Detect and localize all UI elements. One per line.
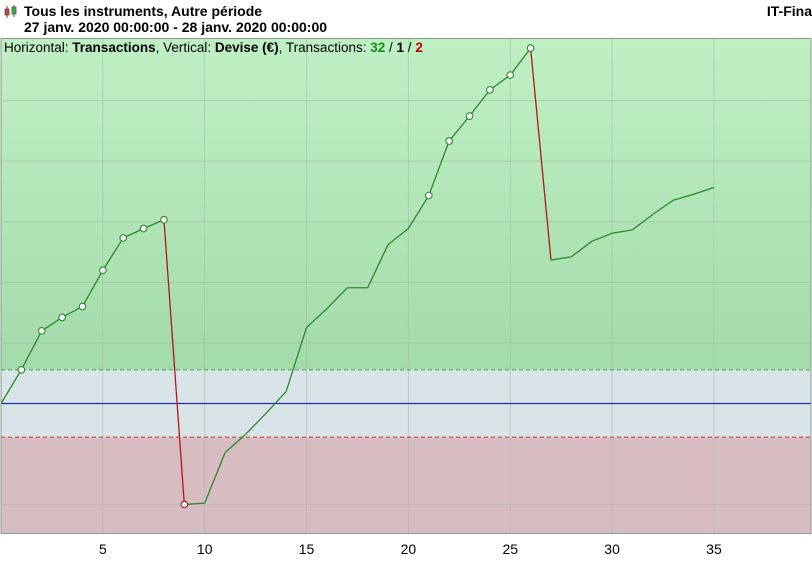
separator: / — [404, 40, 416, 55]
neutral-count: 1 — [396, 40, 405, 55]
trade-marker — [139, 224, 148, 233]
trade-marker — [506, 71, 515, 79]
trade-marker — [58, 313, 66, 322]
trade-marker — [160, 215, 168, 224]
x-tick-label: 30 — [604, 541, 620, 557]
trade-marker — [180, 500, 189, 509]
x-tick-label: 35 — [706, 541, 722, 557]
chart-period: 27 janv. 2020 00:00:00 - 28 janv. 2020 0… — [24, 19, 328, 35]
x-tick-label: 5 — [99, 541, 107, 557]
candlestick-icon — [4, 5, 17, 18]
trade-marker — [526, 44, 535, 53]
x-tick-label: 25 — [502, 541, 518, 557]
vertical-value: Devise (€) — [214, 40, 279, 55]
profit-zone — [1, 39, 811, 370]
trade-marker — [119, 234, 128, 242]
loss-count: 2 — [415, 40, 423, 55]
x-tick-label: 20 — [401, 541, 417, 557]
chart-header: Tous les instruments, Autre période 27 j… — [0, 0, 812, 38]
chart-title: Tous les instruments, Autre période — [24, 3, 263, 19]
horizontal-label: Horizontal: — [4, 40, 69, 55]
x-tick-label: 10 — [197, 541, 213, 557]
trade-marker — [486, 86, 494, 94]
x-tick-label: 15 — [299, 541, 315, 557]
trade-marker — [445, 137, 453, 145]
trade-marker — [465, 112, 474, 120]
transactions-label: , Transactions: — [278, 40, 367, 55]
trade-marker — [37, 326, 46, 335]
vertical-label: , Vertical: — [155, 40, 212, 55]
brand-label: IT-Fina — [766, 3, 812, 19]
horizontal-value: Transactions — [72, 40, 156, 55]
chart-area[interactable]: 5 10 15 20 25 30 35 — [0, 38, 812, 559]
trade-marker — [98, 266, 107, 275]
win-count: 32 — [370, 40, 386, 55]
separator: / — [385, 40, 397, 55]
chart-info-line: Horizontal: Transactions, Vertical: Devi… — [4, 40, 423, 55]
trade-marker — [424, 191, 433, 200]
loss-zone — [1, 437, 811, 533]
trade-marker — [78, 302, 87, 311]
trade-marker — [17, 366, 26, 374]
equity-chart[interactable]: 5 10 15 20 25 30 35 — [0, 38, 812, 559]
